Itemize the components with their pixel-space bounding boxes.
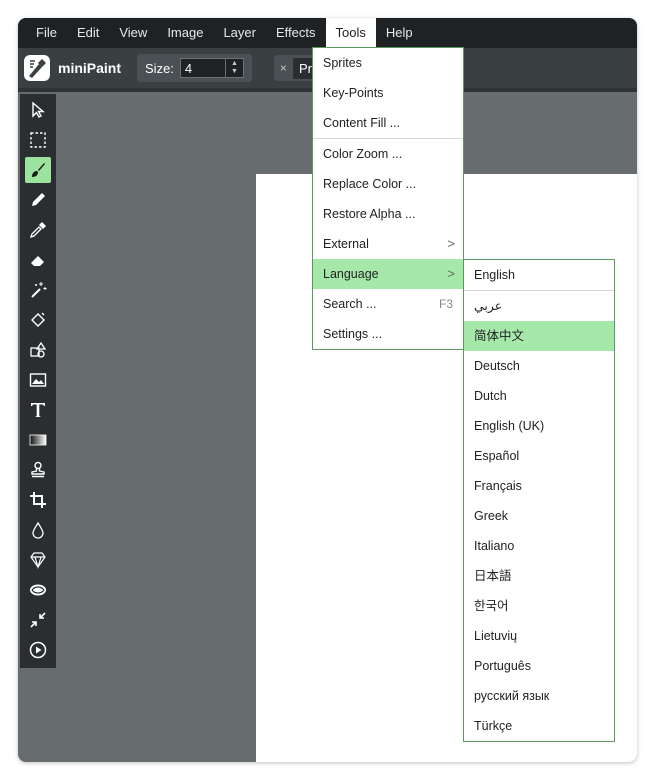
- menu-item-label: Sprites: [323, 56, 362, 70]
- language-option[interactable]: Greek: [464, 501, 614, 531]
- language-option[interactable]: 日本語: [464, 561, 614, 591]
- menu-item-search[interactable]: Search ... F3: [313, 289, 463, 319]
- language-option[interactable]: 한국어: [464, 591, 614, 621]
- blur-icon[interactable]: [25, 517, 51, 543]
- language-option[interactable]: Dutch: [464, 381, 614, 411]
- language-option[interactable]: Português: [464, 651, 614, 681]
- size-input[interactable]: 4: [179, 58, 226, 78]
- language-option[interactable]: Español: [464, 441, 614, 471]
- menu-image[interactable]: Image: [157, 18, 213, 48]
- menu-item-label: Key-Points: [323, 86, 384, 100]
- size-stepper[interactable]: ▲ ▼: [225, 58, 244, 78]
- menu-file[interactable]: File: [26, 18, 67, 48]
- language-submenu: English عربي 简体中文 Deutsch Dutch English …: [463, 259, 615, 742]
- menu-item-label: Language: [323, 267, 379, 281]
- pinch-icon[interactable]: [25, 607, 51, 633]
- gradient-icon[interactable]: [25, 427, 51, 453]
- menu-view[interactable]: View: [109, 18, 157, 48]
- menu-bar: File Edit View Image Layer Effects Tools…: [18, 18, 637, 48]
- magic-wand-icon[interactable]: [25, 277, 51, 303]
- brush-icon[interactable]: [25, 157, 51, 183]
- menu-item-replace-color[interactable]: Replace Color ...: [313, 169, 463, 199]
- menu-item-key-points[interactable]: Key-Points: [313, 78, 463, 108]
- language-option[interactable]: عربي: [464, 291, 614, 321]
- image-icon[interactable]: [25, 367, 51, 393]
- menu-item-label: External: [323, 237, 369, 251]
- close-icon[interactable]: ×: [280, 61, 287, 75]
- menu-item-color-zoom[interactable]: Color Zoom ...: [313, 139, 463, 169]
- app-brand-name: miniPaint: [58, 60, 122, 76]
- animation-icon[interactable]: [25, 637, 51, 663]
- chevron-right-icon: >: [447, 266, 455, 281]
- language-option[interactable]: English (UK): [464, 411, 614, 441]
- sharpen-icon[interactable]: [25, 547, 51, 573]
- text-icon[interactable]: [25, 397, 51, 423]
- menu-layer[interactable]: Layer: [213, 18, 266, 48]
- size-label: Size:: [145, 60, 174, 76]
- bulge-icon[interactable]: [25, 577, 51, 603]
- language-option[interactable]: 简体中文: [464, 321, 614, 351]
- menu-edit[interactable]: Edit: [67, 18, 109, 48]
- menu-item-content-fill[interactable]: Content Fill ...: [313, 108, 463, 138]
- shapes-icon[interactable]: [25, 337, 51, 363]
- selection-rect-icon[interactable]: [25, 127, 51, 153]
- pencil-icon[interactable]: [25, 187, 51, 213]
- menu-tools[interactable]: Tools: [325, 18, 376, 48]
- select-arrow-icon[interactable]: [25, 97, 51, 123]
- language-option[interactable]: English: [464, 260, 614, 290]
- menu-item-external[interactable]: External >: [313, 229, 463, 259]
- menu-item-label: Settings ...: [323, 327, 383, 341]
- menu-item-settings[interactable]: Settings ...: [313, 319, 463, 349]
- language-option[interactable]: русский язык: [464, 681, 614, 711]
- menu-item-language[interactable]: Language >: [313, 259, 463, 289]
- language-option[interactable]: Deutsch: [464, 351, 614, 381]
- language-option[interactable]: Français: [464, 471, 614, 501]
- menu-help[interactable]: Help: [376, 18, 423, 48]
- minipaint-logo-icon: [22, 53, 52, 83]
- menu-item-label: Search ...: [323, 297, 377, 311]
- menu-item-label: Restore Alpha ...: [323, 207, 416, 221]
- language-option[interactable]: Lietuvių: [464, 621, 614, 651]
- menu-item-restore-alpha[interactable]: Restore Alpha ...: [313, 199, 463, 229]
- eraser-icon[interactable]: [25, 247, 51, 273]
- stepper-up-icon[interactable]: ▲: [231, 60, 238, 68]
- menu-effects[interactable]: Effects: [266, 18, 326, 48]
- tools-sidebar: [20, 94, 56, 668]
- tools-dropdown-menu: Sprites Key-Points Content Fill ... Colo…: [312, 47, 464, 350]
- clone-stamp-icon[interactable]: [25, 457, 51, 483]
- stepper-down-icon[interactable]: ▼: [231, 68, 238, 76]
- fill-bucket-icon[interactable]: [25, 307, 51, 333]
- chevron-right-icon: >: [447, 236, 455, 251]
- size-control: Size: 4 ▲ ▼: [137, 54, 252, 82]
- menu-item-label: Color Zoom ...: [323, 147, 403, 161]
- menu-item-label: Content Fill ...: [323, 116, 401, 130]
- language-option[interactable]: Türkçe: [464, 711, 614, 741]
- menu-item-sprites[interactable]: Sprites: [313, 48, 463, 78]
- pipette-icon[interactable]: [25, 217, 51, 243]
- menu-item-label: Replace Color ...: [323, 177, 417, 191]
- crop-icon[interactable]: [25, 487, 51, 513]
- shortcut-label: F3: [438, 297, 453, 311]
- language-option[interactable]: Italiano: [464, 531, 614, 561]
